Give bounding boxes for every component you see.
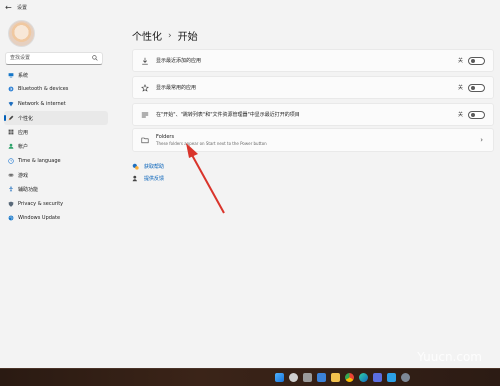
windows-start-icon[interactable] <box>275 373 284 382</box>
edge-icon[interactable] <box>359 373 368 382</box>
search-taskbar-icon[interactable] <box>289 373 298 382</box>
annotation-arrow <box>186 143 225 214</box>
task-view-icon[interactable] <box>303 373 312 382</box>
settings-gear-icon[interactable] <box>401 373 410 382</box>
explorer-icon[interactable] <box>331 373 340 382</box>
widgets-icon[interactable] <box>317 373 326 382</box>
mail-icon[interactable] <box>387 373 396 382</box>
store-icon[interactable] <box>373 373 382 382</box>
watermark: Yuucn.com <box>417 350 482 364</box>
taskbar <box>0 368 500 386</box>
chrome-icon[interactable] <box>345 373 354 382</box>
taskbar-icons <box>275 373 410 382</box>
